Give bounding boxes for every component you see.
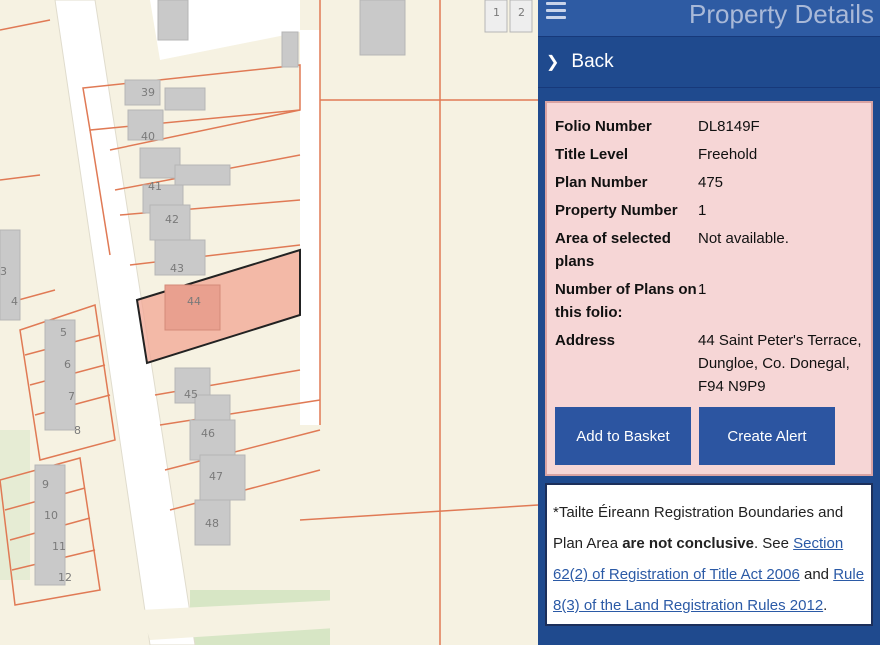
detail-row: Number of Plans on this folio: 1 (555, 278, 863, 324)
plot-label: 43 (170, 262, 184, 275)
back-label: Back (571, 51, 614, 72)
detail-label: Address (555, 332, 616, 349)
plot-label: 5 (60, 326, 67, 339)
detail-row: Address 44 Saint Peter's Terrace, Dunglo… (555, 329, 863, 398)
detail-label: Area of selected plans (555, 230, 671, 270)
detail-value: Not available. (698, 230, 789, 247)
action-buttons: Add to Basket Create Alert (555, 407, 835, 465)
plot-label: 39 (141, 86, 155, 99)
panel-title: Property Details (689, 0, 874, 29)
chevron-right-icon: ❯ (546, 54, 560, 71)
property-map[interactable]: 39 40 41 42 43 44 45 46 47 48 1 2 3 4 5 … (0, 0, 538, 645)
detail-label: Plan Number (555, 174, 648, 191)
plot-label: 1 (493, 6, 500, 19)
plot-label: 3 (0, 265, 7, 278)
create-alert-button[interactable]: Create Alert (699, 407, 835, 465)
detail-value: 475 (698, 174, 724, 191)
note-text: and (799, 566, 834, 583)
plot-label: 2 (518, 6, 525, 19)
plot-label: 11 (52, 540, 66, 553)
plot-label: 40 (141, 130, 155, 143)
property-details-box: Folio Number DL8149F Title Level Freehol… (545, 101, 873, 476)
lane (300, 30, 320, 425)
plot-label: 42 (165, 213, 179, 226)
detail-row: Area of selected plans Not available. (555, 227, 863, 273)
plot-label: 44 (187, 295, 201, 308)
plot-label: 45 (184, 388, 198, 401)
plot-label: 9 (42, 478, 49, 491)
note-text: . See (753, 535, 794, 552)
plot-label: 48 (205, 517, 219, 530)
note-text: . (823, 597, 828, 614)
disclaimer-note: *Tailte Éireann Registration Boundaries … (545, 483, 873, 626)
plot-label: 8 (74, 424, 81, 437)
detail-label: Folio Number (555, 118, 652, 135)
plot-label: 10 (44, 509, 58, 522)
detail-value: 1 (698, 281, 707, 298)
detail-value: DL8149F (698, 118, 760, 135)
detail-row: Property Number 1 (555, 199, 863, 222)
plot-label: 6 (64, 358, 71, 371)
detail-row: Plan Number 475 (555, 171, 863, 194)
note-bold: are not conclusive (622, 535, 754, 552)
plot-label: 12 (58, 571, 72, 584)
add-to-basket-button[interactable]: Add to Basket (555, 407, 691, 465)
plot-label: 4 (11, 295, 18, 308)
map-canvas[interactable] (0, 0, 538, 645)
detail-label: Property Number (555, 202, 678, 219)
detail-row: Folio Number DL8149F (555, 115, 863, 138)
detail-value: 44 Saint Peter's Terrace, Dungloe, Co. D… (698, 332, 862, 395)
plot-label: 41 (148, 180, 162, 193)
detail-value: 1 (698, 202, 707, 219)
detail-label: Number of Plans on this folio: (555, 281, 697, 321)
back-button[interactable]: ❯ Back (538, 36, 880, 88)
detail-label: Title Level (555, 146, 629, 163)
detail-row: Title Level Freehold (555, 143, 863, 166)
detail-value: Freehold (698, 146, 758, 163)
plot-label: 47 (209, 470, 223, 483)
plot-label: 7 (68, 390, 75, 403)
hamburger-menu-icon[interactable] (546, 2, 566, 20)
panel-header: Property Details (538, 0, 880, 36)
plot-label: 46 (201, 427, 215, 440)
